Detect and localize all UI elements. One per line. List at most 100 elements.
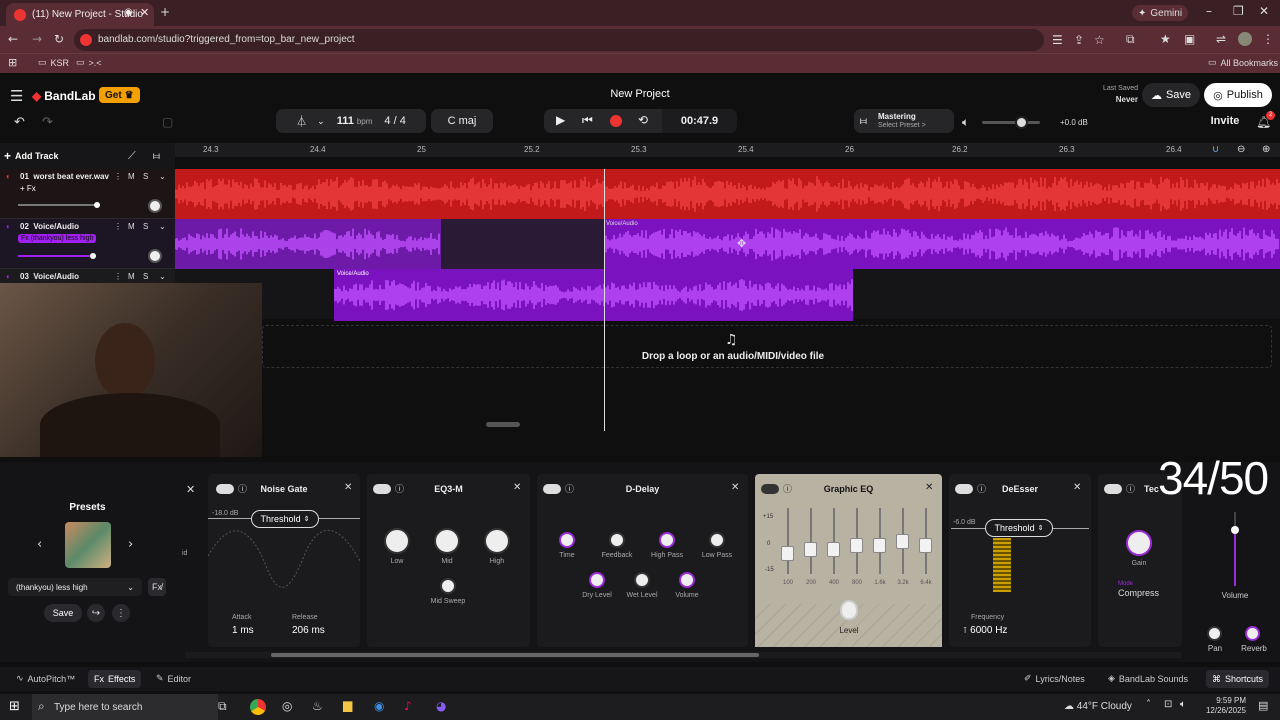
mid-sweep-knob[interactable] (440, 578, 456, 594)
lane-03[interactable]: Voice/Audio (175, 269, 1280, 321)
volume-tray-icon[interactable]: 🔈︎ (1180, 699, 1186, 710)
bookmark-star-icon[interactable]: ☆ (1094, 29, 1105, 51)
expand-icon[interactable]: ⌄ (159, 272, 166, 281)
eq-band-handle[interactable] (850, 538, 863, 553)
audio-clip[interactable]: Voice/Audio ✥ (604, 219, 1280, 269)
track-volume-slider[interactable] (18, 202, 100, 208)
track-menu-icon[interactable]: ⋮ (114, 222, 122, 231)
pan-knob[interactable] (148, 249, 162, 263)
record-icon[interactable] (610, 115, 622, 127)
share-icon[interactable]: ⇪ (1074, 29, 1084, 51)
playhead[interactable] (604, 169, 605, 431)
volume-fader-handle[interactable] (1231, 526, 1239, 534)
dry-level-knob[interactable] (589, 572, 605, 588)
invite-button[interactable]: Invite (1204, 109, 1246, 133)
track-volume-slider[interactable] (18, 253, 96, 259)
attack-value[interactable]: 1 ms (232, 625, 254, 636)
shortcuts-button[interactable]: ⌘ Shortcuts (1206, 670, 1270, 688)
remove-fx-button[interactable]: Fx̸ (148, 578, 166, 596)
mute-button[interactable]: M (128, 222, 135, 231)
save-button[interactable]: ☁ Save (1142, 83, 1200, 107)
info-icon[interactable]: ⓘ (1126, 482, 1135, 495)
tray-chevron-icon[interactable]: ˄ (1146, 699, 1151, 710)
eq-band-track[interactable] (787, 508, 789, 574)
windows-start-icon[interactable]: ⊞ (9, 699, 20, 714)
level-knob[interactable] (840, 600, 858, 620)
effects-tab[interactable]: Fx Effects (88, 670, 142, 688)
pan-knob[interactable] (1207, 626, 1222, 641)
clock-date[interactable]: 12/26/2025 (1200, 706, 1246, 715)
expand-icon[interactable]: ⌄ (159, 172, 166, 181)
timeline-scrollbar[interactable] (486, 422, 520, 427)
wet-level-knob[interactable] (634, 572, 650, 588)
next-preset-icon[interactable]: › (128, 537, 133, 552)
translate-icon[interactable]: ⇌ (1216, 32, 1226, 46)
time-knob[interactable] (559, 532, 575, 548)
favorites-icon[interactable]: ★ (1160, 32, 1171, 46)
eq-band-handle[interactable] (919, 538, 932, 553)
mode-select[interactable]: Compress (1118, 588, 1159, 598)
frequency-field[interactable]: ⊺ 6000 Hz (963, 625, 1007, 636)
weather-widget[interactable]: ☁ 44°F Cloudy (1064, 701, 1132, 712)
track-03[interactable]: ◐ 03 Voice/Audio ⋮ M S ⌄ (0, 269, 175, 283)
automation-icon[interactable]: ⟋ (128, 149, 136, 163)
mid-knob[interactable] (434, 528, 460, 554)
bandlab-logo[interactable]: ◆ BandLab (32, 89, 96, 103)
eq-band-track[interactable] (833, 508, 835, 574)
speaker-icon[interactable]: 🔈︎ (962, 115, 969, 130)
key-selector[interactable]: C maj (431, 109, 493, 133)
undo-icon[interactable]: ↶ (14, 115, 25, 130)
gain-knob[interactable] (1126, 530, 1152, 556)
track-02[interactable]: ◐ 02 Voice/Audio Fx (thankyou) less high… (0, 219, 175, 269)
scrollbar-thumb[interactable] (271, 653, 759, 657)
high-pass-knob[interactable] (659, 532, 675, 548)
steam-icon[interactable]: ♨ (312, 699, 323, 713)
metronome-icon[interactable]: ⏃ (296, 113, 307, 129)
publish-button[interactable]: ◎ Publish (1204, 83, 1272, 107)
collections-icon[interactable]: ▣ (1184, 32, 1195, 46)
browser-tab[interactable]: (11) New Project - Studio ◉ ✕ (6, 3, 154, 26)
autopitch-tab[interactable]: ∿ AutoPitch™ (16, 673, 75, 684)
bookmark-ksr[interactable]: ▭ KSR (38, 57, 69, 68)
new-tab-icon[interactable]: + (160, 5, 170, 19)
bandlab-sounds-button[interactable]: ◈ BandLab Sounds (1108, 673, 1188, 684)
network-icon[interactable]: ⊡ (1164, 699, 1172, 710)
chrome-app-icon[interactable] (250, 699, 266, 715)
zoom-in-icon[interactable]: ⊕ (1262, 144, 1270, 155)
prev-preset-icon[interactable]: ‹ (37, 537, 42, 552)
discord-icon[interactable]: ◕ (436, 699, 446, 713)
volume-handle[interactable] (94, 202, 100, 208)
get-membership-button[interactable]: Get ♛ (99, 87, 140, 103)
bpm-value[interactable]: 111 (337, 115, 354, 127)
zoom-out-icon[interactable]: ⊖ (1237, 144, 1245, 155)
taskbar-search[interactable]: ⌕ Type here to search (32, 694, 218, 720)
audio-clip[interactable] (175, 219, 441, 269)
solo-button[interactable]: S (143, 272, 148, 281)
mute-button[interactable]: M (128, 172, 135, 181)
mute-button[interactable]: M (128, 272, 135, 281)
eq-band-handle[interactable] (781, 546, 794, 561)
snap-magnet-icon[interactable]: ∪ (1212, 144, 1219, 155)
metronome-dropdown-icon[interactable]: ⌄ (317, 116, 325, 127)
lane-01[interactable] (175, 169, 1280, 219)
volume-handle[interactable] (1015, 116, 1028, 129)
eq-band-handle[interactable] (896, 534, 909, 549)
solo-button[interactable]: S (143, 172, 148, 181)
add-track-button[interactable]: + Add Track (4, 149, 59, 163)
reverb-knob[interactable] (1245, 626, 1260, 641)
preset-select[interactable]: (thankyou) less high ⌄ (8, 578, 142, 596)
mastering-button[interactable]: ⧦ Mastering Select Preset > (854, 109, 954, 133)
frequency-band[interactable] (993, 538, 1011, 592)
loop-icon[interactable]: ⟲ (638, 113, 648, 127)
time-signature[interactable]: 4 / 4 (384, 115, 405, 127)
back-icon[interactable]: ← (8, 32, 18, 46)
close-window-icon[interactable]: ✕ (1259, 4, 1269, 18)
eq-band-handle[interactable] (804, 542, 817, 557)
audio-clip[interactable]: Voice/Audio (334, 269, 853, 321)
effects-scrollbar[interactable] (185, 652, 1181, 658)
redo-icon[interactable]: ↷ (42, 115, 53, 130)
maximize-icon[interactable]: ❐ (1233, 4, 1244, 18)
hamburger-menu-icon[interactable]: ☰ (10, 87, 23, 105)
apps-grid-icon[interactable]: ⊞ (8, 56, 17, 69)
lane-02[interactable]: Voice/Audio ✥ (175, 219, 1280, 269)
